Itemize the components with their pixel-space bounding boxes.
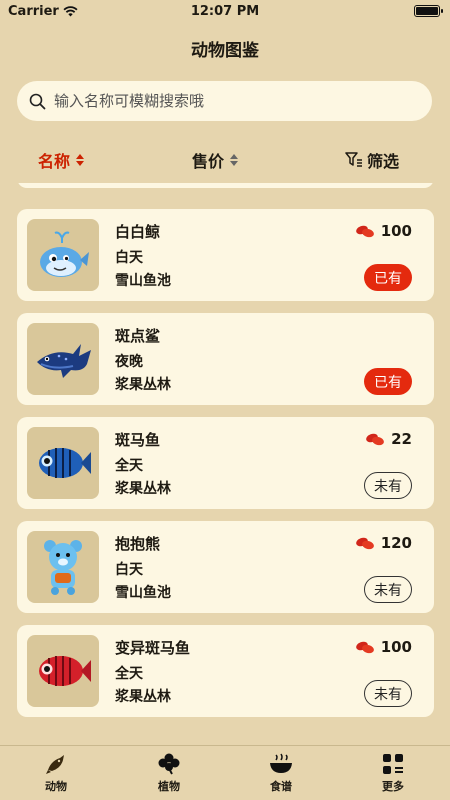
sort-bar: 名称 售价 筛选: [0, 146, 450, 174]
search-icon: [29, 93, 46, 109]
animal-active-time: 夜晚: [115, 354, 143, 370]
ownership-badge[interactable]: 未有: [364, 680, 412, 707]
white-whale-icon: [40, 231, 89, 277]
list-item[interactable]: 抱抱熊 白天 雪山鱼池 120 未有: [17, 521, 434, 613]
filter-label: 筛选: [367, 152, 400, 171]
spotted-shark-icon: [37, 344, 91, 378]
animal-name: 抱抱熊: [115, 535, 161, 553]
search-bar[interactable]: [17, 81, 432, 121]
list-item-partial[interactable]: [17, 183, 434, 188]
search-input[interactable]: [54, 92, 414, 110]
clock: 12:07 PM: [190, 4, 260, 19]
price: 120: [355, 534, 412, 552]
animal-thumbnail: [27, 635, 99, 707]
animal-location: 雪山鱼池: [115, 585, 171, 601]
grid-icon: [383, 754, 403, 774]
list-item[interactable]: 斑马鱼 全天 浆果丛林 22 未有: [17, 417, 434, 509]
bowl-icon: [270, 753, 292, 773]
sort-price-label: 售价: [192, 152, 225, 171]
tab-plants-label: 植物: [158, 780, 180, 793]
list-item[interactable]: 变异斑马鱼 全天 浆果丛林 100 未有: [17, 625, 434, 717]
red-beans-icon: [355, 225, 374, 238]
tab-recipes[interactable]: 食谱: [251, 752, 311, 794]
tab-animals[interactable]: 动物: [26, 752, 86, 794]
ownership-badge[interactable]: 已有: [364, 368, 412, 395]
sort-arrows-icon: [76, 154, 85, 166]
page-title: 动物图鉴: [191, 41, 259, 61]
sort-name-label: 名称: [38, 152, 71, 171]
animal-active-time: 全天: [115, 458, 143, 474]
animal-name: 斑马鱼: [115, 431, 161, 449]
list-item[interactable]: 白白鲸 白天 雪山鱼池 100 已有: [17, 209, 434, 301]
animal-active-time: 全天: [115, 666, 143, 682]
fish-icon: [46, 755, 64, 774]
animal-active-time: 白天: [115, 250, 143, 266]
sort-by-price-button[interactable]: 售价: [192, 148, 239, 172]
red-beans-icon: [366, 433, 385, 446]
animal-name: 白白鲸: [115, 223, 161, 241]
red-beans-icon: [355, 537, 374, 550]
animal-location: 浆果丛林: [115, 689, 171, 705]
hug-bear-icon: [44, 540, 82, 595]
animal-active-time: 白天: [115, 562, 143, 578]
tab-recipes-label: 食谱: [270, 780, 292, 793]
animal-name: 变异斑马鱼: [115, 639, 191, 657]
price: 100: [355, 222, 412, 240]
animal-location: 浆果丛林: [115, 481, 171, 497]
clover-icon: [158, 753, 180, 775]
filter-button[interactable]: 筛选: [345, 148, 399, 172]
mutant-zebra-fish-icon: [39, 656, 91, 686]
animal-location: 浆果丛林: [115, 377, 171, 393]
tab-bar: 动物 植物 食谱 更多: [0, 745, 450, 800]
price: 100: [355, 638, 412, 656]
zebra-fish-icon: [39, 448, 91, 478]
animal-location: 雪山鱼池: [115, 273, 171, 289]
price-value: 22: [391, 430, 412, 448]
price-value: 120: [380, 534, 412, 552]
ownership-badge[interactable]: 已有: [364, 264, 412, 291]
animal-name: 斑点鲨: [115, 327, 161, 345]
price-value: 100: [380, 638, 412, 656]
sort-by-name-button[interactable]: 名称: [38, 148, 85, 172]
status-bar: Carrier 12:07 PM: [0, 0, 450, 24]
red-beans-icon: [355, 641, 374, 654]
tab-more[interactable]: 更多: [363, 752, 423, 794]
ownership-badge[interactable]: 未有: [364, 576, 412, 603]
animal-thumbnail: [27, 323, 99, 395]
list-item[interactable]: 斑点鲨 夜晚 浆果丛林 已有: [17, 313, 434, 405]
tab-plants[interactable]: 植物: [139, 752, 199, 794]
battery-icon: [414, 5, 443, 17]
animal-thumbnail: [27, 219, 99, 291]
price: 22: [365, 430, 412, 448]
price-value: 100: [380, 222, 412, 240]
filter-icon: [345, 152, 362, 167]
animal-thumbnail: [27, 427, 99, 499]
animal-list[interactable]: 白白鲸 白天 雪山鱼池 100 已有 斑点鲨 夜晚 浆果丛林 已有 斑马鱼 全天…: [0, 183, 450, 743]
sort-arrows-icon: [230, 154, 239, 166]
tab-animals-label: 动物: [45, 780, 67, 793]
ownership-badge[interactable]: 未有: [364, 472, 412, 499]
tab-more-label: 更多: [382, 780, 404, 793]
animal-thumbnail: [27, 531, 99, 603]
